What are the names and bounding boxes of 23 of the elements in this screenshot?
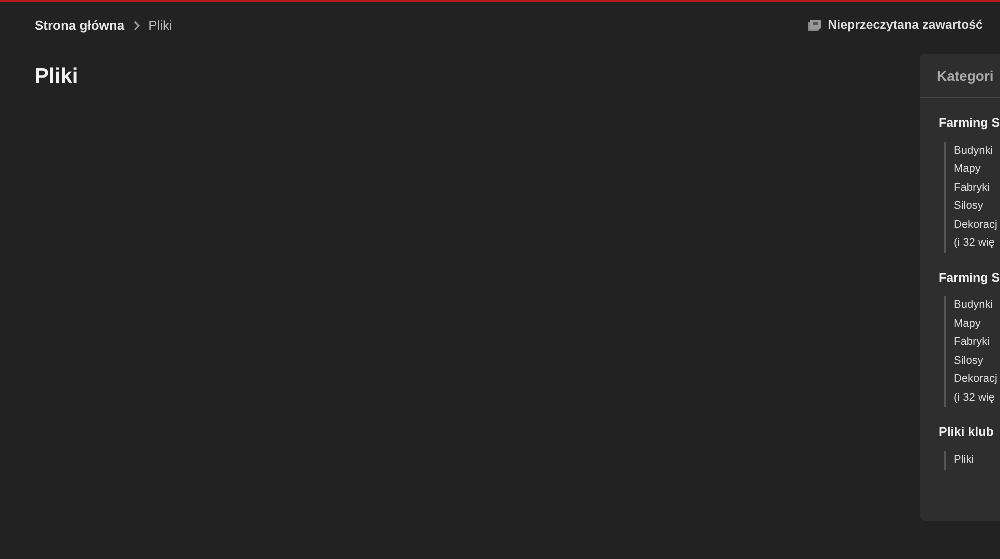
newspaper-icon (808, 20, 822, 31)
chevron-icon (132, 20, 141, 31)
category-link[interactable]: Fabryki (954, 333, 1000, 352)
category-title: Farming S (939, 270, 1000, 287)
panel-title: Kategori (920, 54, 1000, 98)
category-link[interactable]: Pliki (954, 451, 1000, 470)
category-link[interactable]: Budynki (954, 296, 1000, 315)
category-link[interactable]: (i 32 wię (954, 234, 1000, 252)
unread-content-link[interactable]: Nieprzeczytana zawartość (808, 16, 983, 35)
category-link[interactable]: Silosy (954, 352, 1000, 370)
category-title: Farming S (939, 114, 1000, 132)
breadcrumb-link[interactable]: Strona główna (35, 16, 125, 36)
category-link[interactable]: Fabryki (954, 178, 1000, 197)
category-title: Pliki klub (939, 424, 995, 442)
page-title: Pliki (35, 64, 80, 90)
category-link[interactable]: Dekoracj (954, 216, 1000, 234)
category-link[interactable]: Dekoracj (954, 370, 1000, 389)
category-link[interactable]: Mapy (954, 314, 1000, 334)
category-link[interactable]: Silosy (954, 197, 1000, 216)
category-link[interactable]: (i 32 wię (954, 388, 1000, 408)
category-link[interactable]: Mapy (954, 160, 1000, 178)
category-link[interactable]: Budynki (954, 142, 1000, 160)
breadcrumb-current: Pliki (148, 17, 172, 35)
